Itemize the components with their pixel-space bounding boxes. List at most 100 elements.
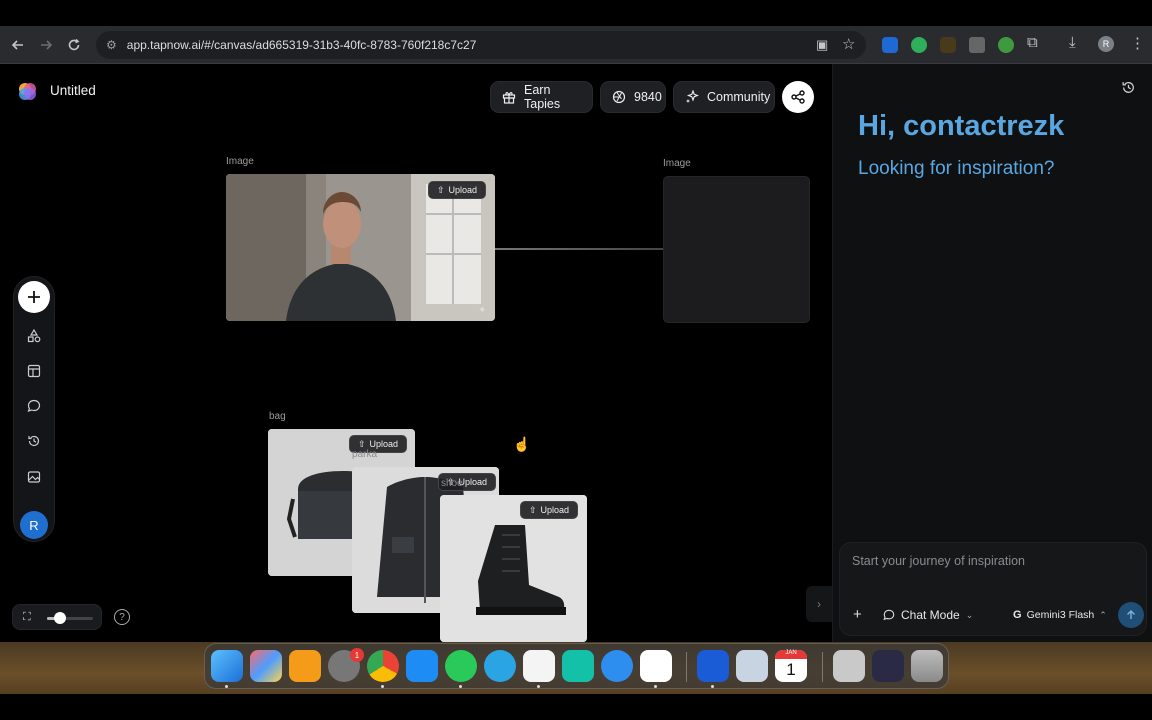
chatgpt-icon[interactable] <box>523 650 555 682</box>
telegram-icon[interactable] <box>484 650 516 682</box>
launchpad-icon[interactable] <box>250 650 282 682</box>
camera-extension-icon[interactable] <box>969 37 985 53</box>
chevron-down-icon: ⌄ <box>965 609 974 620</box>
browser-toolbar: ⚙ app.tapnow.ai/#/canvas/ad665319-31b3-4… <box>0 26 1152 64</box>
help-icon[interactable]: ? <box>114 609 130 625</box>
community-button[interactable]: Community <box>673 81 775 113</box>
calendar-month: JAN <box>775 650 807 659</box>
parka-thumbnail-icon[interactable] <box>833 650 865 682</box>
extension-icon-5[interactable] <box>998 37 1014 53</box>
calendar-icon[interactable]: JAN 1 <box>775 650 807 682</box>
share-button[interactable] <box>782 81 814 113</box>
share-icon <box>791 90 805 104</box>
image-gallery-icon[interactable] <box>14 465 54 489</box>
trash-icon[interactable] <box>911 650 943 682</box>
url-text: app.tapnow.ai/#/canvas/ad665319-31b3-40f… <box>126 38 477 52</box>
whatsapp-icon[interactable] <box>445 650 477 682</box>
tapnow-logo-icon <box>17 81 37 101</box>
image-node-man[interactable]: ⇧ Upload ✦ <box>226 174 495 321</box>
extension-icon-3[interactable] <box>940 37 956 53</box>
image-node-shoe[interactable]: ⇧ Upload <box>440 495 587 642</box>
plus-icon <box>28 291 40 303</box>
send-button[interactable] <box>1118 602 1144 628</box>
templates-icon[interactable] <box>14 359 54 383</box>
gift-icon <box>502 90 516 104</box>
chat-bubble-small-icon <box>883 609 895 621</box>
community-label: Community <box>707 90 771 104</box>
arrow-up-icon <box>1126 610 1136 620</box>
parka-node-label: parka <box>352 449 378 460</box>
finder-icon[interactable] <box>211 650 243 682</box>
extension-icon-1[interactable] <box>882 37 898 53</box>
dock-divider <box>686 652 687 682</box>
node-connector <box>495 248 663 250</box>
macos-dock: 1 JAN 1 <box>204 643 949 689</box>
address-bar[interactable]: ⚙ app.tapnow.ai/#/canvas/ad665319-31b3-4… <box>96 31 866 59</box>
credits-button[interactable]: 9840 <box>600 81 666 113</box>
sparkle-small-icon: ✦ <box>478 305 487 316</box>
reload-icon[interactable] <box>62 33 86 57</box>
pages-icon[interactable] <box>289 650 321 682</box>
history-icon[interactable] <box>14 429 54 453</box>
upload-button[interactable]: ⇧ Upload <box>428 181 487 199</box>
forward-icon[interactable] <box>34 33 58 57</box>
chat-mode-label: Chat Mode <box>901 608 960 622</box>
model-selector[interactable]: G Gemini3 Flash ⌃ <box>1013 609 1107 621</box>
calendar-day: 1 <box>786 660 796 679</box>
downloads-stack-icon[interactable] <box>872 650 904 682</box>
chrome-icon[interactable] <box>367 650 399 682</box>
browser-menu-icon[interactable]: ⋮ <box>1130 34 1145 52</box>
expand-panel-chevron-icon[interactable]: › <box>806 586 832 622</box>
cast-icon[interactable]: ▣ <box>816 37 828 53</box>
fit-screen-icon[interactable]: ⛶ <box>23 611 31 624</box>
profile-avatar[interactable]: R <box>1098 36 1114 52</box>
chat-input[interactable]: Start your journey of inspiration <box>852 554 1025 568</box>
extension-icon-2[interactable] <box>911 37 927 53</box>
video-app-icon[interactable] <box>697 650 729 682</box>
earn-tapies-button[interactable]: Earn Tapies <box>490 81 593 113</box>
bookmark-star-icon[interactable]: ☆ <box>842 35 855 53</box>
greeting-subtitle: Looking for inspiration? <box>858 158 1055 179</box>
image-node-empty[interactable] <box>663 176 810 323</box>
bag-node-label: bag <box>269 411 286 422</box>
slack-icon[interactable] <box>640 650 672 682</box>
canvas-area[interactable]: Untitled Earn Tapies 9840 Community R Im… <box>0 64 832 642</box>
greeting-heading: Hi, contactrezk <box>858 110 1065 142</box>
zoom-slider-handle[interactable] <box>54 612 66 624</box>
assistant-panel: Hi, contactrezk Looking for inspiration?… <box>832 64 1152 642</box>
surfshark-icon[interactable] <box>562 650 594 682</box>
zoom-control: ⛶ <box>12 604 102 630</box>
google-g-icon: G <box>1013 609 1022 621</box>
dock-divider-2 <box>822 652 823 682</box>
chat-input-box: Start your journey of inspiration + Chat… <box>839 542 1147 636</box>
chat-history-icon[interactable] <box>1121 80 1136 95</box>
earn-tapies-label: Earn Tapies <box>524 83 561 111</box>
user-avatar[interactable]: R <box>20 511 48 539</box>
upload-icon: ⇧ <box>437 184 445 195</box>
notification-badge: 1 <box>350 648 364 662</box>
back-icon[interactable] <box>6 33 30 57</box>
chat-mode-dropdown[interactable]: Chat Mode ⌄ <box>883 608 973 622</box>
chat-bubble-icon[interactable] <box>14 394 54 418</box>
aperture-icon <box>612 90 626 104</box>
preview-icon[interactable] <box>736 650 768 682</box>
project-title[interactable]: Untitled <box>50 83 96 98</box>
safari-icon[interactable] <box>601 650 633 682</box>
sparkle-icon <box>685 90 699 104</box>
shapes-icon[interactable] <box>14 324 54 348</box>
site-settings-icon[interactable]: ⚙ <box>106 38 117 52</box>
screen-bottom-bar <box>0 694 1152 720</box>
credits-count: 9840 <box>634 90 662 104</box>
upload-button-shoe[interactable]: ⇧ Upload <box>520 501 579 519</box>
add-node-button[interactable] <box>18 281 50 313</box>
app-store-icon[interactable] <box>406 650 438 682</box>
extensions-puzzle-icon[interactable]: ⧉ <box>1027 34 1038 51</box>
upload-icon: ⇧ <box>358 438 366 449</box>
screen-top-bar <box>0 0 1152 26</box>
attach-plus-icon[interactable]: + <box>853 606 862 623</box>
image-node-label-2: Image <box>663 158 691 169</box>
downloads-icon[interactable]: ⤓ <box>1069 34 1076 51</box>
hand-cursor-icon: ☝ <box>513 436 531 452</box>
model-label: Gemini3 Flash <box>1026 609 1095 621</box>
image-node-label: Image <box>226 156 254 167</box>
